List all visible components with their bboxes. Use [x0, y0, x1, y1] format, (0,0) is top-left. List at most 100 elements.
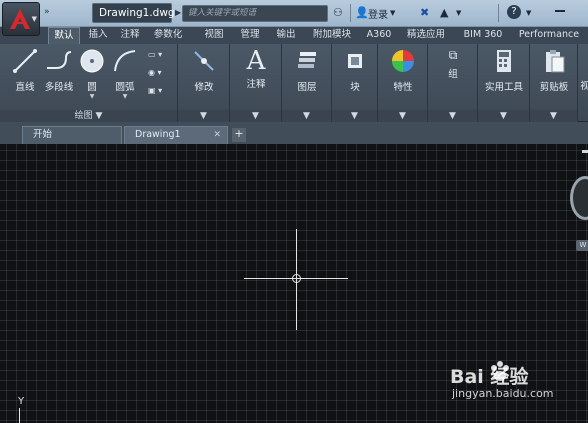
user-icon[interactable]: 👤 — [355, 6, 369, 19]
chevron-down-icon[interactable]: ▼ — [110, 93, 140, 100]
wcs-label[interactable]: W — [576, 240, 588, 251]
document-title: Drawing1.dwg — [92, 3, 175, 23]
autodesk-a-icon[interactable]: ▲ — [440, 6, 448, 19]
modify-panel-footer[interactable]: ▼ — [178, 110, 229, 122]
tab-view[interactable]: 视图 — [200, 27, 228, 44]
polyline-tool[interactable]: 多段线 — [42, 48, 76, 93]
modify-panel: 修改 ▼ — [178, 44, 230, 122]
chevron-down-icon: ▾ — [158, 86, 163, 95]
tab-default[interactable]: 默认 — [48, 27, 80, 44]
binoculars-icon[interactable]: ⚇ — [333, 6, 343, 19]
block-insert-icon — [348, 54, 362, 68]
annotation-tool[interactable]: A 注释 — [238, 46, 274, 90]
arc-tool[interactable]: 圆弧 ▼ — [110, 48, 140, 100]
utilities-panel-footer[interactable]: ▼ — [478, 110, 529, 122]
application-menu-button[interactable]: ▼ — [2, 2, 40, 36]
ribbon-tab-bar: 默认 插入 注释 参数化 视图 管理 输出 附加模块 A360 精选应用 BIM… — [0, 27, 588, 44]
file-tab-drawing1-label: Drawing1 — [135, 129, 181, 140]
line-icon — [13, 49, 37, 73]
tab-output[interactable]: 输出 — [272, 27, 300, 44]
chevron-down-icon[interactable]: ▼ — [526, 9, 531, 17]
file-tab-drawing1[interactable]: Drawing1 ✕ — [124, 126, 228, 144]
file-tab-bar: 开始 Drawing1 ✕ + — [0, 122, 588, 144]
layers-panel: 图层 ▼ — [282, 44, 332, 122]
draw-panel-footer[interactable]: 绘图 ▼ — [0, 110, 177, 122]
utilities-panel: 实用工具 ▼ — [478, 44, 530, 122]
modify-tool[interactable]: 修改 — [186, 48, 222, 93]
tab-bim360[interactable]: BIM 360 — [458, 27, 508, 44]
clipboard-tool[interactable]: 剪贴板 — [532, 48, 576, 93]
polyline-icon — [47, 51, 72, 69]
login-button[interactable]: 登录 — [368, 6, 388, 21]
help-button[interactable]: ? — [507, 5, 521, 19]
tab-performance[interactable]: Performance — [516, 27, 582, 44]
tab-annotate[interactable]: 注释 — [116, 27, 144, 44]
circle-tool[interactable]: 圆 ▼ — [78, 48, 106, 100]
clipboard-icon — [546, 50, 565, 73]
viewcube-top-icon[interactable] — [582, 150, 588, 153]
groups-panel-footer[interactable]: ▼ — [428, 110, 477, 122]
line-tool-label: 直线 — [15, 82, 35, 93]
file-tab-start[interactable]: 开始 — [22, 126, 122, 144]
close-icon[interactable]: ✕ — [213, 127, 221, 143]
text-a-icon: A — [246, 46, 266, 76]
hatch-tool[interactable]: ◉ ▾ — [148, 68, 162, 77]
clipboard-panel: 剪贴板 ▼ — [530, 44, 578, 122]
view-panel-partial[interactable]: 视 — [580, 78, 588, 92]
arc-tool-label: 圆弧 — [115, 82, 135, 93]
toolbar-divider — [350, 4, 351, 22]
ucs-y-label: Y — [18, 396, 25, 407]
minimize-icon[interactable] — [555, 10, 565, 12]
utilities-label: 实用工具 — [484, 82, 523, 93]
tab-featured-apps[interactable]: 精选应用 — [404, 27, 448, 44]
group-icon: ⧉ — [448, 48, 458, 62]
search-input[interactable]: 键入关键字或短语 — [182, 5, 328, 22]
exchange-icon[interactable]: ✖ — [420, 6, 429, 19]
tab-a360[interactable]: A360 — [364, 27, 394, 44]
ribbon: 直线 多段线 圆 ▼ 圆弧 ▼ ▭ ▾ ◉ ▾ ▣ ▾ 绘图 ▼ 修改 ▼ A … — [0, 44, 588, 122]
baidu-watermark-url: jingyan.baidu.com — [452, 387, 554, 400]
viewcube-compass-icon[interactable] — [570, 176, 588, 220]
chevron-down-icon[interactable]: ▼ — [456, 9, 461, 17]
chevron-down-icon[interactable]: ▼ — [390, 9, 395, 17]
annotation-label: 注释 — [246, 79, 266, 90]
properties-tool[interactable]: 特性 — [384, 48, 422, 93]
chevron-down-icon[interactable]: ▼ — [78, 93, 106, 100]
layers-icon — [298, 52, 316, 68]
chevron-down-icon: ▾ — [157, 68, 162, 77]
annotation-panel: A 注释 ▼ — [230, 44, 282, 122]
block-panel: 块 ▼ — [332, 44, 378, 122]
search-arrow-icon[interactable]: ▶ — [175, 8, 181, 17]
groups-tool[interactable]: ⧉ 组 — [434, 48, 472, 80]
new-tab-button[interactable]: + — [232, 128, 246, 142]
properties-label: 特性 — [393, 82, 413, 93]
draw-panel-title: 绘图 — [74, 111, 93, 121]
block-tool[interactable]: 块 — [336, 48, 374, 93]
utilities-tool[interactable]: 实用工具 — [482, 48, 526, 93]
title-bar: ▼ » Drawing1.dwg ▶ 键入关键字或短语 ⚇ 👤 登录 ▼ ✖ ▲… — [0, 0, 588, 36]
tab-insert[interactable]: 插入 — [84, 27, 112, 44]
ellipse-tool[interactable]: ▣ ▾ — [148, 86, 162, 95]
annotation-panel-footer[interactable]: ▼ — [230, 110, 281, 122]
view-panel-partial-label: 视 — [580, 81, 588, 92]
properties-panel: 特性 ▼ — [378, 44, 428, 122]
layers-tool[interactable]: 图层 — [288, 48, 326, 93]
hatch-icon: ◉ — [148, 68, 155, 77]
ellipse-icon: ▣ — [148, 86, 156, 95]
draw-panel: 直线 多段线 圆 ▼ 圆弧 ▼ ▭ ▾ ◉ ▾ ▣ ▾ 绘图 ▼ — [0, 44, 178, 122]
layers-panel-footer[interactable]: ▼ — [282, 110, 331, 122]
circle-icon — [80, 49, 104, 73]
layers-label: 图层 — [297, 82, 317, 93]
tab-parametric[interactable]: 参数化 — [148, 27, 188, 44]
clipboard-panel-footer[interactable]: ▼ — [530, 110, 577, 122]
tab-addins[interactable]: 附加模块 — [308, 27, 356, 44]
tab-manage[interactable]: 管理 — [236, 27, 264, 44]
ucs-y-axis — [19, 408, 20, 423]
color-wheel-icon — [392, 50, 414, 72]
rectangle-tool[interactable]: ▭ ▾ — [148, 50, 162, 59]
line-tool[interactable]: 直线 — [10, 48, 40, 93]
quick-access-expand-icon[interactable]: » — [44, 7, 50, 17]
block-panel-footer[interactable]: ▼ — [332, 110, 377, 122]
properties-panel-footer[interactable]: ▼ — [378, 110, 427, 122]
autocad-logo-icon — [10, 9, 30, 29]
